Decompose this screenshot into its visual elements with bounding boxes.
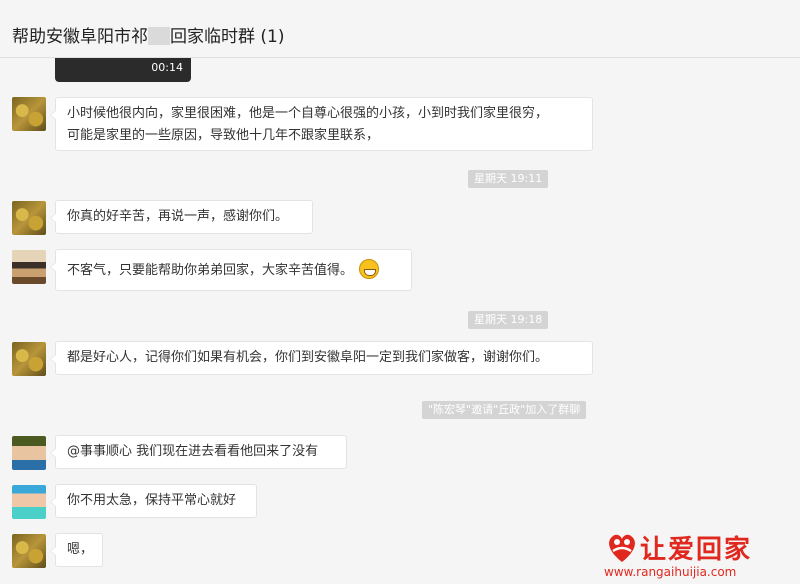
message-bubble[interactable]: 小时候他很内向，家里很困难，他是一个自尊心很强的小孩，小到时我们家里很穷， 可能… (50, 97, 593, 151)
video-message[interactable]: 00:14 (55, 58, 191, 82)
message-bubble[interactable]: 你真的好辛苦，再说一声，感谢你们。 (50, 200, 313, 234)
avatar[interactable] (12, 250, 46, 284)
message-text: 不客气，只要能帮助你弟弟回家，大家辛苦值得。 (67, 263, 354, 278)
avatar[interactable] (12, 201, 46, 235)
message-text: 都是好心人，记得你们如果有机会，你们到安徽阜阳一定到我们家做客，谢谢你们。 (67, 350, 549, 365)
message-text: 你真的好辛苦，再说一声，感谢你们。 (67, 209, 289, 224)
system-notice: "陈宏琴"邀请"丘政"加入了群聊 (422, 401, 587, 419)
avatar[interactable] (12, 436, 46, 470)
grin-emoji-icon (359, 259, 380, 279)
avatar[interactable] (12, 342, 46, 376)
avatar[interactable] (12, 485, 46, 519)
message-text: 你不用太急，保持平常心就好 (67, 493, 237, 508)
message-text: 小时候他很内向，家里很困难，他是一个自尊心很强的小孩，小到时我们家里很穷， (67, 106, 549, 121)
message-bubble[interactable]: 不客气，只要能帮助你弟弟回家，大家辛苦值得。 (50, 249, 412, 291)
message-text: 嗯， (67, 542, 94, 557)
message-bubble[interactable]: @事事顺心 我们现在进去看看他回来了没有 (50, 435, 347, 469)
timestamp: 星期天 19:18 (468, 311, 549, 329)
watermark-url: www.rangaihuijia.com (604, 565, 737, 579)
message-text: 可能是家里的一些原因，导致他十几年不跟家里联系， (67, 128, 380, 143)
message-bubble[interactable]: 嗯， (50, 533, 103, 567)
timestamp: 星期天 19:11 (468, 170, 549, 188)
message-bubble[interactable]: 你不用太急，保持平常心就好 (50, 484, 257, 518)
chat-title: 帮助安徽阜阳市祁 回家临时群 (1) (12, 27, 285, 47)
message-bubble[interactable]: 都是好心人，记得你们如果有机会，你们到安徽阜阳一定到我们家做客，谢谢你们。 (50, 341, 593, 375)
redacted-block (148, 27, 170, 45)
heart-people-icon (609, 534, 635, 562)
watermark-logo: 让爱回家 www.rangaihuijia.com (600, 527, 800, 584)
video-duration: 00:14 (151, 61, 183, 74)
message-text: @事事顺心 我们现在进去看看他回来了没有 (67, 444, 319, 459)
watermark-brand: 让爱回家 (640, 535, 753, 565)
chat-header: 帮助安徽阜阳市祁 回家临时群 (1) (0, 0, 800, 58)
avatar[interactable] (12, 534, 46, 568)
avatar[interactable] (12, 97, 46, 131)
